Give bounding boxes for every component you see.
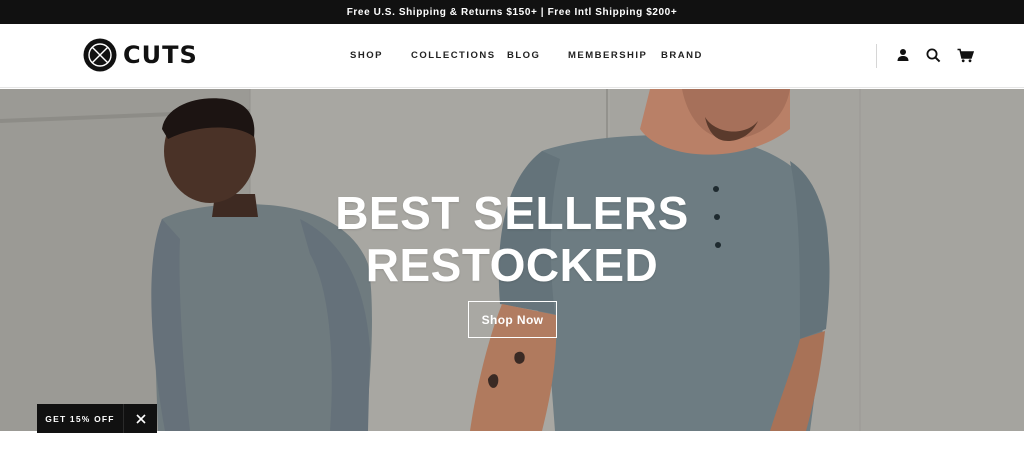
nav-shop[interactable]: SHOP	[350, 50, 383, 61]
promo-tab[interactable]: GET 15% OFF	[37, 404, 157, 433]
hero-title-line2: RESTOCKED	[365, 239, 659, 291]
logo-icon	[83, 38, 117, 72]
search-icon[interactable]	[924, 46, 942, 64]
shop-now-button[interactable]: Shop Now	[468, 301, 557, 338]
header-divider	[876, 44, 877, 68]
nav-collections[interactable]: COLLECTIONS	[411, 50, 496, 61]
brand-name: CUTS	[123, 41, 198, 69]
hero-title: BEST SELLERS RESTOCKED	[0, 187, 1024, 291]
close-icon[interactable]	[123, 404, 157, 433]
hero-banner: BEST SELLERS RESTOCKED Shop Now	[0, 89, 1024, 431]
nav-blog[interactable]: BLOG	[507, 50, 540, 61]
nav-brand[interactable]: BRAND	[661, 50, 703, 61]
promo-label[interactable]: GET 15% OFF	[37, 414, 123, 424]
hero-title-line1: BEST SELLERS	[335, 187, 689, 239]
nav-membership[interactable]: MEMBERSHIP	[568, 50, 647, 61]
announcement-bar: Free U.S. Shipping & Returns $150+ | Fre…	[0, 0, 1024, 24]
announcement-text: Free U.S. Shipping & Returns $150+ | Fre…	[346, 6, 678, 18]
site-header: CUTS SHOP COLLECTIONS BLOG MEMBERSHIP BR…	[0, 24, 1024, 88]
brand-logo[interactable]: CUTS	[83, 37, 198, 73]
cart-icon[interactable]	[956, 46, 974, 64]
account-icon[interactable]	[894, 46, 912, 64]
